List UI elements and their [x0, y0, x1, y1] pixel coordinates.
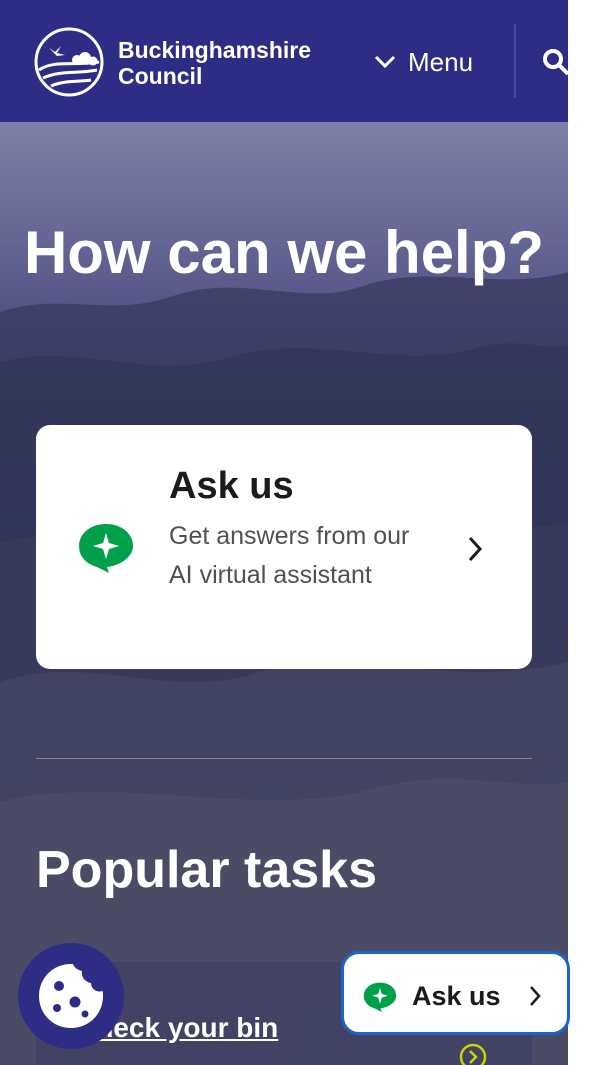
brand-line-1: Buckinghamshire: [118, 37, 311, 63]
ask-us-floating-label: Ask us: [412, 981, 501, 1011]
chevron-right-icon: [468, 536, 483, 562]
ai-chat-icon: [363, 982, 397, 1012]
menu-button[interactable]: Menu: [374, 44, 473, 80]
page-viewport: Buckinghamshire Council Menu How can we …: [0, 0, 568, 1065]
cookie-settings-button[interactable]: [18, 943, 124, 1049]
site-header: Buckinghamshire Council Menu: [0, 0, 568, 122]
chevron-right-icon: [530, 986, 541, 1006]
chevron-down-icon: [374, 55, 396, 69]
cookie-icon: [39, 964, 103, 1028]
brand-line-2: Council: [118, 63, 203, 89]
section-divider: [36, 758, 532, 759]
menu-label: Menu: [408, 46, 474, 77]
ask-us-card[interactable]: Ask us Get answers from our AI virtual a…: [36, 425, 532, 669]
popular-tasks-heading: Popular tasks: [36, 841, 378, 899]
ask-us-title: Ask us: [169, 465, 294, 507]
search-icon[interactable]: [540, 46, 568, 78]
hero-title: How can we help?: [23, 219, 545, 286]
hero-section: How can we help? Ask us Get answers from…: [0, 122, 568, 1065]
brand-name[interactable]: Buckinghamshire Council: [118, 37, 311, 89]
header-divider: [514, 24, 516, 98]
council-logo-icon[interactable]: [33, 26, 105, 98]
ask-us-floating-button[interactable]: Ask us: [341, 951, 570, 1035]
arrow-circle-icon: [459, 1043, 487, 1065]
ask-us-description: Get answers from our AI virtual assistan…: [169, 522, 410, 589]
ai-chat-icon: [79, 524, 133, 573]
